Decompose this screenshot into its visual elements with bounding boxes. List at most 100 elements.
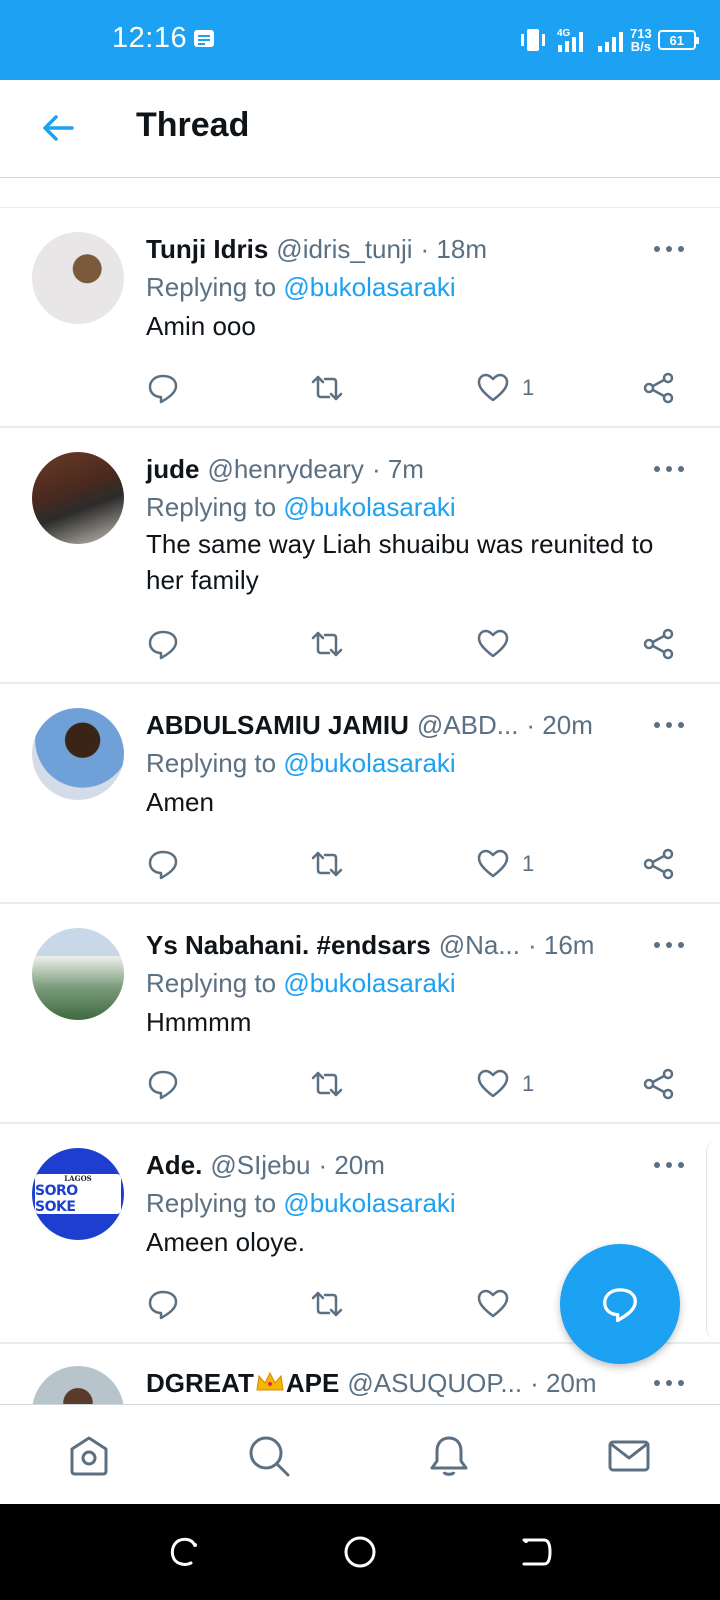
home-circle-icon[interactable]	[340, 1532, 380, 1572]
author-name[interactable]: Ade.	[146, 1150, 202, 1181]
reply-button[interactable]	[146, 624, 180, 664]
reply-icon	[148, 850, 178, 880]
author-handle[interactable]: @Na...	[439, 930, 520, 961]
tweet-text: The same way Liah shuaibu was reunited t…	[146, 529, 654, 595]
bell-icon[interactable]	[426, 1433, 472, 1479]
reply-button[interactable]	[146, 368, 180, 408]
retweet-icon	[311, 375, 343, 401]
more-options-icon[interactable]	[654, 940, 684, 950]
retweet-button[interactable]	[310, 624, 344, 664]
heart-icon	[477, 849, 509, 878]
author-handle[interactable]: @ABD...	[417, 710, 519, 741]
more-options-icon[interactable]	[654, 720, 684, 730]
thread-header: Thread	[0, 80, 720, 178]
more-options-icon[interactable]	[654, 464, 684, 474]
retweet-button[interactable]	[310, 844, 344, 884]
back-arrow-icon[interactable]	[38, 108, 78, 148]
retweet-icon	[311, 1291, 343, 1317]
compose-reply-icon	[603, 1288, 637, 1323]
reply-icon	[148, 374, 178, 404]
like-button[interactable]	[476, 624, 522, 664]
avatar[interactable]: LAGOS SORO SOKE	[32, 1148, 124, 1240]
mention-link[interactable]: @bukolasaraki	[283, 1188, 455, 1218]
tweet[interactable]: jude @henrydeary · 7m Replying to @bukol…	[0, 428, 720, 684]
page-title: Thread	[136, 106, 250, 144]
author-name[interactable]: jude	[146, 454, 199, 485]
author-name[interactable]: Ys Nabahani. #endsars	[146, 930, 431, 961]
like-button[interactable]: 1	[476, 844, 534, 884]
like-button[interactable]: 1	[476, 1064, 534, 1104]
like-button[interactable]	[476, 1284, 522, 1324]
tweet-time: · 7m	[371, 454, 424, 484]
tweet-time: · 16m	[528, 930, 595, 960]
author-name[interactable]: DGREAT APE	[146, 1368, 339, 1399]
reply-button[interactable]	[146, 1064, 180, 1104]
avatar[interactable]	[32, 232, 124, 324]
mention-link[interactable]: @bukolasaraki	[283, 492, 455, 522]
heart-icon	[477, 1289, 509, 1318]
share-button[interactable]	[642, 368, 676, 408]
reply-icon	[148, 1070, 178, 1100]
more-options-icon[interactable]	[654, 244, 684, 254]
battery-indicator: 61	[657, 30, 699, 50]
share-button[interactable]	[642, 1064, 676, 1104]
crown-emoji-icon	[256, 1371, 284, 1391]
more-options-icon[interactable]	[654, 1378, 684, 1388]
tweet-time: · 20m	[526, 710, 593, 740]
mention-link[interactable]: @bukolasaraki	[283, 272, 455, 302]
reply-button[interactable]	[146, 1284, 180, 1324]
avatar[interactable]	[32, 928, 124, 1020]
more-options-icon[interactable]	[654, 1160, 684, 1170]
avatar[interactable]	[32, 708, 124, 800]
share-icon	[643, 628, 674, 660]
tweet-text: Amin ooo	[146, 311, 256, 341]
scroll-indicator[interactable]	[706, 1140, 720, 1340]
avatar-sign: LAGOS SORO SOKE	[35, 1173, 121, 1215]
author-handle[interactable]: @SIjebu	[210, 1150, 310, 1181]
reply-button[interactable]	[146, 844, 180, 884]
tweet-time: · 18m	[420, 234, 487, 264]
share-button[interactable]	[642, 624, 676, 664]
avatar-sign-main: SORO SOKE	[35, 1182, 78, 1215]
retweet-button[interactable]	[310, 1284, 344, 1324]
avatar[interactable]	[32, 452, 124, 544]
avatar[interactable]	[32, 1366, 124, 1404]
share-button[interactable]	[642, 844, 676, 884]
status-time: 12:16	[112, 22, 188, 54]
tweet[interactable]: ABDULSAMIU JAMIU @ABD... · 20m Replying …	[0, 684, 720, 904]
mention-link[interactable]: @bukolasaraki	[283, 748, 455, 778]
reply-icon	[148, 630, 178, 660]
author-name[interactable]: ABDULSAMIU JAMIU	[146, 710, 409, 741]
tweet-time: · 20m	[318, 1150, 385, 1180]
author-name[interactable]: Tunji Idris	[146, 234, 268, 265]
retweet-icon	[311, 1071, 343, 1097]
like-count: 1	[522, 851, 535, 876]
home-icon[interactable]	[66, 1433, 112, 1479]
recent-apps-icon[interactable]	[164, 1532, 204, 1572]
heart-icon	[477, 629, 509, 658]
system-indicators: 4G 713 B/s 61	[518, 24, 699, 56]
signal-icon	[598, 32, 623, 52]
avatar-sign-top: LAGOS	[64, 1173, 92, 1183]
search-icon[interactable]	[246, 1433, 292, 1479]
like-button[interactable]: 1	[476, 368, 534, 408]
mention-link[interactable]: @bukolasaraki	[283, 968, 455, 998]
tweet-text: Amen	[146, 787, 214, 817]
replying-to: Replying to @bukolasaraki	[146, 968, 456, 998]
tweet-actions: 1	[146, 1064, 686, 1104]
share-icon	[643, 372, 674, 404]
tweet[interactable]: Tunji Idris @idris_tunji · 18m Replying …	[0, 208, 720, 428]
author-handle[interactable]: @henrydeary	[207, 454, 363, 485]
mail-icon[interactable]	[606, 1433, 652, 1479]
compose-reply-button[interactable]	[560, 1244, 680, 1364]
author-handle[interactable]: @idris_tunji	[276, 234, 412, 265]
back-icon[interactable]	[516, 1532, 556, 1572]
tweet-time: · 20m	[530, 1368, 597, 1398]
like-count: 1	[522, 1071, 535, 1096]
retweet-button[interactable]	[310, 368, 344, 408]
status-bar: 12:16 4G 713 B/s 61	[0, 0, 720, 80]
retweet-button[interactable]	[310, 1064, 344, 1104]
tweet[interactable]: Ys Nabahani. #endsars @Na... · 16m Reply…	[0, 904, 720, 1124]
author-handle[interactable]: @ASUQUOP...	[347, 1368, 522, 1399]
vibrate-icon	[521, 29, 545, 51]
